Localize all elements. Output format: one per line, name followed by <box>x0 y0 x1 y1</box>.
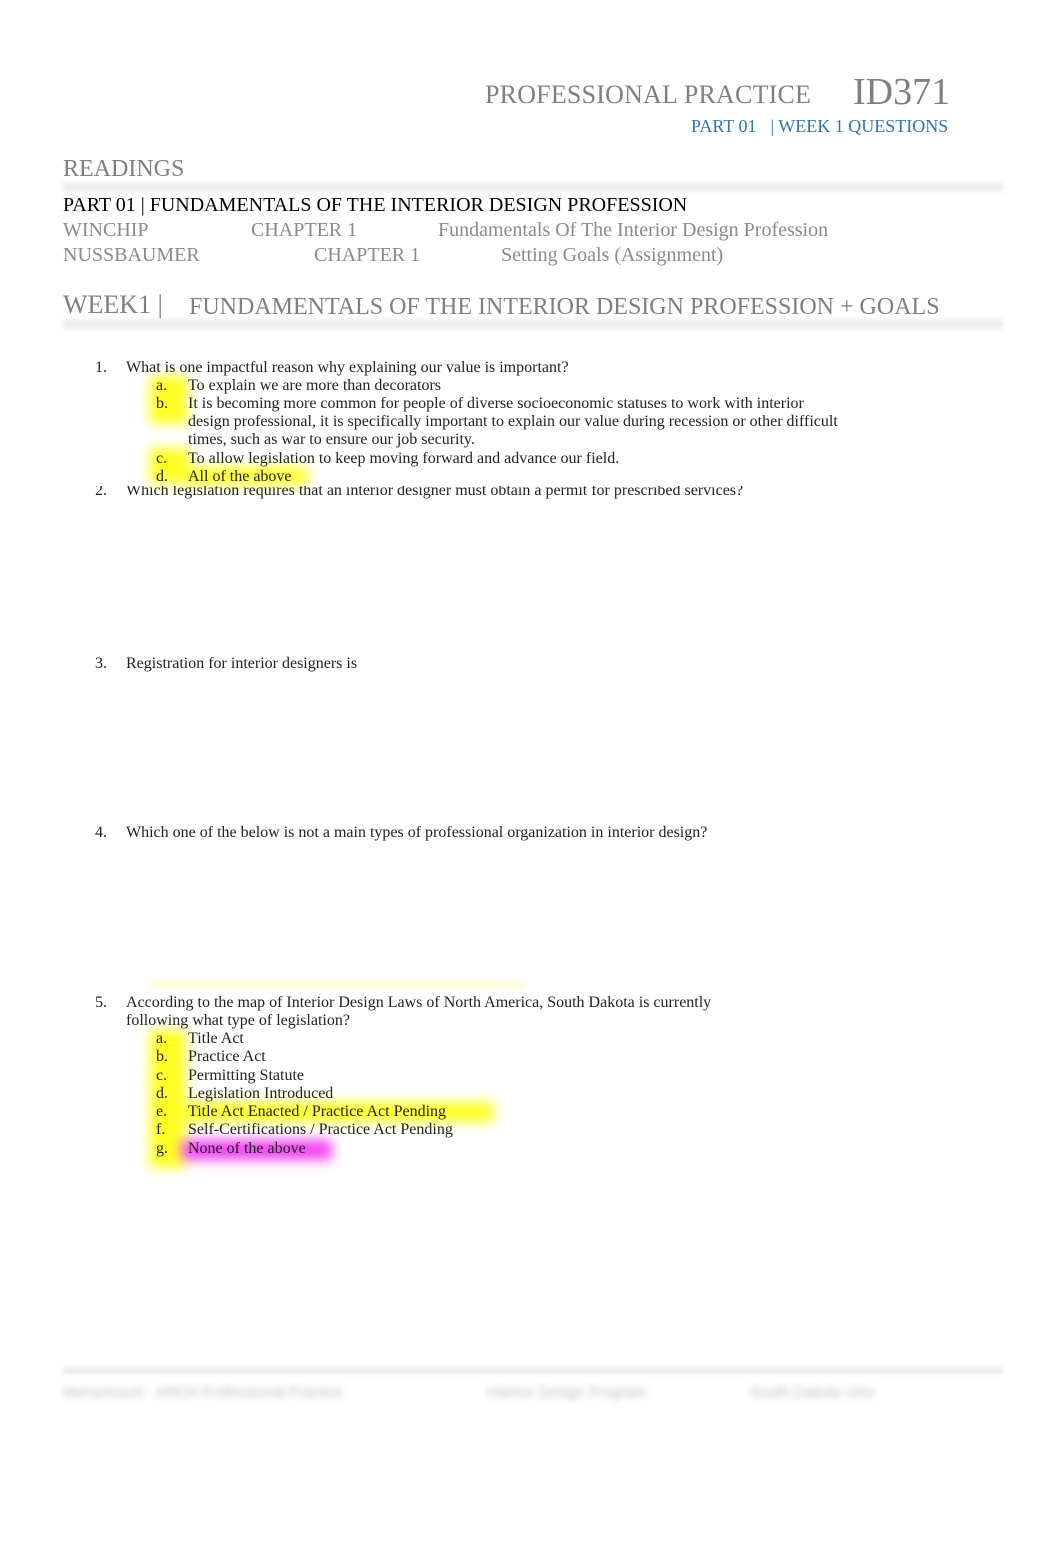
option-text: It is becoming more common for people of… <box>188 395 838 448</box>
course-code: ID371 <box>853 71 951 113</box>
option-letter: g. <box>156 1140 168 1157</box>
option-text: To allow legislation to keep moving forw… <box>188 450 620 467</box>
document-subtitle: PART 01 | WEEK 1 QUESTIONS <box>691 116 948 137</box>
option-text: Legislation Introduced <box>188 1085 334 1102</box>
option-letter: e. <box>156 1103 168 1120</box>
section-divider <box>63 180 1003 194</box>
question-text: According to the map of Interior Design … <box>126 994 712 1029</box>
reading-author: WINCHIP <box>63 219 149 241</box>
option-letter: f. <box>156 1121 166 1138</box>
option-letter: a. <box>156 377 168 394</box>
question-number: 1. <box>95 359 107 376</box>
readings-heading: READINGS <box>63 156 185 182</box>
option-letter: c. <box>156 450 168 467</box>
reading-title: Setting Goals (Assignment) <box>501 244 724 266</box>
reading-chapter: CHAPTER 1 <box>251 219 358 241</box>
option-letter: a. <box>156 1030 168 1047</box>
question-text: Which one of the below is not a main typ… <box>126 824 708 841</box>
option-text: Practice Act <box>188 1048 266 1065</box>
footer-right-text: South Dakota Univ <box>750 1384 876 1401</box>
option-text: All of the above <box>188 468 292 485</box>
option-letter: c. <box>156 1067 168 1084</box>
document-title: PROFESSIONAL PRACTICE <box>485 80 812 109</box>
question-number: 3. <box>95 655 107 672</box>
footer-divider <box>63 1366 1003 1376</box>
highlight-mark <box>150 982 525 987</box>
option-text: Title Act Enacted / Practice Act Pending <box>188 1103 447 1120</box>
option-letter: b. <box>156 395 168 412</box>
part-label: PART 01 <box>691 116 757 136</box>
footer-left-text: Merrymount - ARCH Professional Practice <box>63 1384 344 1401</box>
option-letter: b. <box>156 1048 168 1065</box>
option-text: Title Act <box>188 1030 244 1047</box>
question-number: 5. <box>95 994 107 1011</box>
question-text: Registration for interior designers is <box>126 655 358 672</box>
reading-chapter: CHAPTER 1 <box>314 244 421 266</box>
question-text: Which legislation requires that an inter… <box>126 486 744 499</box>
option-text: Self-Certifications / Practice Act Pendi… <box>188 1121 453 1138</box>
week-questions-label: | WEEK 1 QUESTIONS <box>770 116 949 136</box>
reading-author: NUSSBAUMER <box>63 244 200 266</box>
option-text: None of the above <box>188 1140 306 1157</box>
option-text: To explain we are more than decorators <box>188 377 441 394</box>
week-label: WEEK1 | <box>63 290 163 319</box>
option-letter: d. <box>156 1085 168 1102</box>
reading-title: Fundamentals Of The Interior Design Prof… <box>438 219 829 241</box>
question-text: What is one impactful reason why explain… <box>126 359 569 376</box>
question-number: 4. <box>95 824 107 841</box>
option-text: Permitting Statute <box>188 1067 304 1084</box>
footer-center-text: Interior Design Program <box>487 1384 647 1401</box>
question-number: 2. <box>95 486 107 499</box>
question-2: 2. Which legislation requires that an in… <box>95 486 795 500</box>
section-divider <box>63 317 1003 331</box>
option-letter: d. <box>156 468 168 485</box>
readings-part-line: PART 01 | FUNDAMENTALS OF THE INTERIOR D… <box>63 194 688 216</box>
